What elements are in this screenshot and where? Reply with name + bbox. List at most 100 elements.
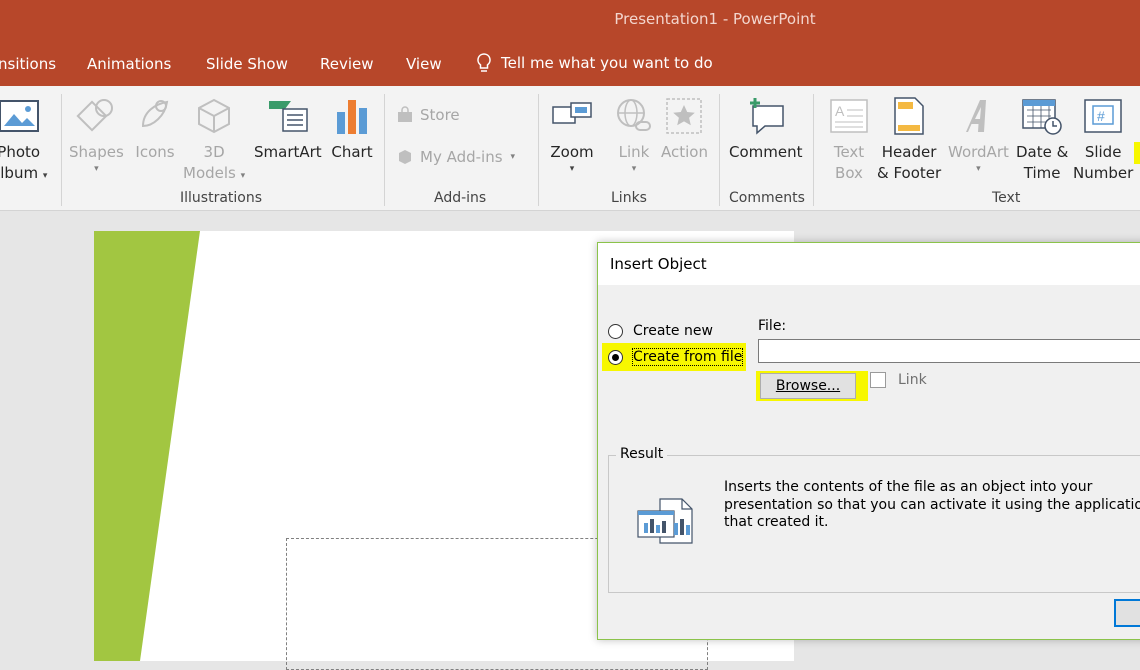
result-description: Inserts the contents of the file as an o… (724, 479, 1140, 530)
comment-button[interactable]: Comment (729, 94, 803, 163)
header-footer-label-2: & Footer (877, 164, 942, 182)
smartart-button[interactable]: SmartArt (254, 94, 322, 163)
file-path-input[interactable] (758, 339, 1140, 363)
wordart-label: WordArt (948, 143, 1009, 161)
comment-label: Comment (729, 143, 803, 161)
date-time-label-2: Time (1023, 164, 1061, 182)
slide-number-label-1: Slide (1084, 143, 1122, 161)
tab-review[interactable]: Review (320, 55, 374, 73)
tab-transitions[interactable]: nsitions (0, 55, 56, 73)
create-from-file-radio[interactable] (608, 349, 623, 365)
shapes-button[interactable]: Shapes ▾ (69, 94, 124, 175)
zoom-label: Zoom (550, 143, 594, 161)
smartart-icon (266, 94, 310, 138)
file-label: File: (758, 318, 787, 334)
slide-green-band (94, 231, 200, 661)
ribbon-separator (719, 94, 720, 206)
create-new-option[interactable]: Create new (608, 323, 713, 339)
highlight-mark (1134, 142, 1140, 164)
shapes-label: Shapes (69, 143, 124, 161)
photo-album-icon (0, 94, 41, 138)
group-illustrations: Illustrations (180, 190, 263, 206)
create-new-radio[interactable] (608, 323, 623, 339)
chart-label: Chart (331, 143, 373, 161)
tab-slide-show[interactable]: Slide Show (206, 55, 288, 73)
chevron-down-icon: ▾ (510, 152, 516, 162)
text-box-label-1: Text (833, 143, 865, 161)
group-links: Links (611, 190, 647, 206)
ribbon-separator (61, 94, 62, 206)
action-label: Action (661, 143, 708, 161)
chevron-down-icon: ▾ (42, 171, 48, 181)
cube-icon (192, 94, 236, 138)
ok-button[interactable] (1114, 599, 1140, 627)
icons-label: Icons (135, 143, 175, 161)
chevron-down-icon: ▾ (240, 171, 246, 181)
dialog-title: Insert Object (610, 255, 707, 273)
store-button[interactable]: Store (396, 106, 460, 124)
browse-label: Browse... (775, 378, 841, 394)
create-new-label: Create new (633, 323, 713, 339)
chevron-down-icon: ▾ (631, 164, 637, 174)
text-box-button[interactable]: A Text Box (827, 94, 871, 184)
3d-models-label-2: Models (183, 164, 236, 182)
header-footer-label-1: Header (881, 143, 937, 161)
header-footer-button[interactable]: Header & Footer (877, 94, 941, 184)
create-from-file-label: Create from file (631, 348, 744, 366)
calendar-clock-icon (1020, 94, 1064, 138)
photo-album-button[interactable]: Photo Album ▾ (0, 94, 47, 184)
ribbon-separator (813, 94, 814, 206)
link-option[interactable]: Link (870, 372, 927, 388)
svg-text:A: A (835, 103, 845, 119)
link-checkbox[interactable] (870, 372, 886, 388)
create-from-file-option[interactable]: Create from file (608, 348, 744, 366)
dialog-title-bar: Insert Object (598, 243, 1140, 285)
ribbon-tabs: nsitions Animations Slide Show Review Vi… (0, 40, 1140, 86)
tab-animations[interactable]: Animations (87, 55, 171, 73)
zoom-button[interactable]: Zoom ▾ (550, 94, 594, 175)
comment-icon (744, 94, 788, 138)
group-text: Text (992, 190, 1021, 206)
chevron-down-icon: ▾ (94, 164, 99, 174)
svg-text:#: # (1097, 108, 1105, 124)
star-action-icon (662, 94, 706, 138)
slide-number-icon: # (1081, 94, 1125, 138)
link-label: Link (898, 372, 927, 388)
photo-album-label-1: Photo (0, 143, 41, 161)
date-time-label-1: Date & (1016, 143, 1069, 161)
group-comments: Comments (729, 190, 805, 206)
tab-view[interactable]: View (406, 55, 442, 73)
chart-button[interactable]: Chart (330, 94, 374, 163)
store-icon (396, 106, 414, 124)
smartart-label: SmartArt (254, 143, 322, 161)
zoom-icon (550, 94, 594, 138)
tell-me-text: Tell me what you want to do (501, 54, 713, 72)
embedded-document-icon (636, 497, 696, 549)
tell-me-box[interactable]: Tell me what you want to do (475, 52, 713, 74)
wordart-button[interactable]: WordArt ▾ (948, 94, 1009, 175)
header-footer-icon (887, 94, 931, 138)
chevron-down-icon: ▾ (976, 164, 981, 174)
slide-number-label-2: Number (1073, 164, 1134, 182)
globe-link-icon (612, 94, 656, 138)
bar-chart-icon (330, 94, 374, 138)
icons-icon (133, 94, 177, 138)
link-label: Link (618, 143, 650, 161)
photo-album-label-2: Album (0, 164, 39, 182)
my-addins-button[interactable]: My Add-ins ▾ (396, 148, 515, 166)
ribbon-separator (384, 94, 385, 206)
text-box-label-2: Box (835, 164, 863, 182)
3d-models-button[interactable]: 3D Models ▾ (183, 94, 245, 184)
result-label: Result (616, 446, 668, 462)
date-time-button[interactable]: Date & Time (1016, 94, 1068, 184)
wordart-icon (956, 94, 1000, 138)
text-box-icon: A (827, 94, 871, 138)
browse-button[interactable]: Browse... (760, 373, 856, 399)
link-button[interactable]: Link ▾ (612, 94, 656, 175)
3d-models-label-1: 3D (203, 143, 225, 161)
slide-number-button[interactable]: # Slide Number (1073, 94, 1133, 184)
my-addins-label: My Add-ins (420, 148, 503, 166)
icons-button[interactable]: Icons (133, 94, 177, 163)
action-button[interactable]: Action (661, 94, 708, 163)
insert-object-dialog: Insert Object Create new Create from fil… (597, 242, 1140, 640)
